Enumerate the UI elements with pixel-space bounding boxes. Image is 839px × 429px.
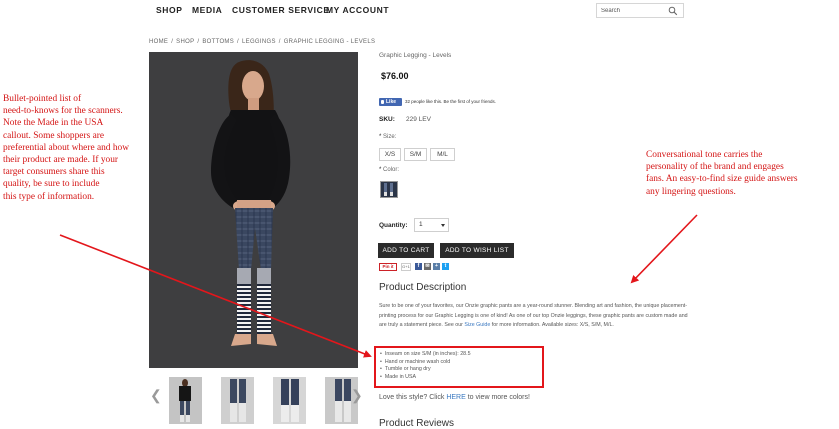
color-label: * Color: (379, 167, 399, 173)
nav-media[interactable]: MEDIA (192, 5, 222, 15)
annotation-line: Note the Made in the USA (3, 118, 104, 129)
twitter-share-icon[interactable]: t (442, 263, 449, 270)
color-swatch-pattern (381, 182, 397, 197)
thumbnail-prev-arrow-icon[interactable]: ❮ (150, 387, 162, 404)
annotation-line: target consumers share this (3, 167, 105, 178)
chevron-down-icon (441, 224, 445, 227)
model-illustration (149, 52, 358, 368)
annotation-highlight-box (374, 346, 544, 388)
annotation-line: their product are made. If your (3, 155, 119, 166)
search-icon[interactable] (668, 6, 678, 16)
nav-shop[interactable]: SHOP (156, 5, 183, 15)
annotation-line: fans. An easy-to-find size guide answers (646, 174, 798, 185)
annotation-arrow-right (630, 214, 698, 284)
product-thumbnail[interactable] (273, 377, 306, 424)
annotation-line: Bullet-pointed list of (3, 94, 82, 104)
google-plus-button[interactable]: G+1 (401, 263, 411, 271)
breadcrumb-separator: / (237, 39, 239, 45)
search-input[interactable] (601, 6, 667, 16)
breadcrumb: HOME / SHOP / BOTTOMS / LEGGINGS / GRAPHIC LEGGI… (149, 39, 375, 45)
quantity-value: 1 (419, 221, 423, 228)
required-asterisk: * (379, 134, 382, 140)
nav-customer-service[interactable]: CUSTOMER SERVICE (232, 5, 330, 15)
more-colors-prefix: Love this style? Click (379, 394, 447, 401)
product-reviews-heading: Product Reviews (379, 418, 455, 429)
more-colors-suffix: to view more colors! (465, 394, 530, 401)
thumbnail-next-arrow-icon[interactable]: ❯ (351, 387, 363, 404)
breadcrumb-separator: / (197, 39, 200, 45)
size-option-xs[interactable]: X/S (379, 148, 401, 161)
sku-label: SKU: (379, 116, 395, 123)
breadcrumb-separator: / (171, 39, 174, 45)
annotation-line: any lingering questions. (646, 186, 736, 197)
search-box (596, 3, 684, 18)
facebook-like-button[interactable]: Like (379, 98, 402, 106)
sku-value: 229 LEV (406, 116, 431, 123)
quantity-label: Quantity: (379, 222, 408, 229)
size-option-ml[interactable]: M/L (430, 148, 455, 161)
annotation-line: this type of information. (3, 191, 95, 202)
annotation-right: Conversational tone carries the personal… (646, 149, 798, 198)
top-navigation: SHOP MEDIA CUSTOMER SERVICE MY ACCOUNT (0, 0, 839, 24)
required-asterisk: * (379, 167, 382, 173)
product-description-text: Sure to be one of your favorites, our On… (379, 302, 691, 331)
quantity-select[interactable]: 1 (414, 218, 449, 232)
thumbnail-image (221, 377, 254, 424)
annotation-line: preferential about where and how (3, 142, 129, 153)
annotation-line: Conversational tone carries the (646, 150, 763, 160)
facebook-like-text: 32 people like this. Be the first of you… (405, 99, 497, 104)
pinterest-button[interactable]: Pin it (379, 263, 397, 271)
breadcrumb-shop[interactable]: SHOP (176, 39, 194, 45)
size-option-sm[interactable]: S/M (404, 148, 427, 161)
facebook-share-icon[interactable]: f (415, 263, 422, 270)
breadcrumb-bottoms[interactable]: BOTTOMS (202, 39, 234, 45)
size-label: * Size: (379, 134, 396, 140)
annotation-line: personality of the brand and engages (646, 162, 784, 173)
product-thumbnail[interactable] (221, 377, 254, 424)
add-to-wishlist-button[interactable]: ADD TO WISH LIST (440, 243, 514, 258)
color-swatch[interactable] (380, 181, 398, 198)
size-label-text: Size: (383, 134, 397, 140)
more-colors-text: Love this style? Click HERE to view more… (379, 394, 530, 401)
thumbnail-image (273, 377, 306, 424)
breadcrumb-current: GRAPHIC LEGGING - LEVELS (283, 39, 376, 45)
breadcrumb-separator: / (278, 39, 281, 45)
nav-my-account[interactable]: MY ACCOUNT (326, 5, 389, 15)
breadcrumb-leggings[interactable]: LEGGINGS (242, 39, 276, 45)
annotation-line: quality, be sure to include (3, 179, 100, 190)
share-icon[interactable]: + (433, 263, 440, 270)
color-label-text: Color: (383, 167, 400, 173)
annotation-line: need-to-knows for the scanners. (3, 106, 123, 117)
product-thumbnail[interactable] (169, 377, 202, 424)
product-price: $76.00 (381, 71, 409, 81)
product-main-image[interactable] (149, 52, 358, 368)
size-guide-link[interactable]: Size Guide (464, 322, 490, 328)
annotation-left: Bullet-pointed list of need-to-knows for… (3, 93, 129, 203)
add-to-cart-button[interactable]: ADD TO CART (378, 243, 434, 258)
more-colors-link[interactable]: HERE (446, 394, 465, 401)
email-share-icon[interactable]: ✉ (424, 263, 431, 270)
breadcrumb-home[interactable]: HOME (149, 39, 168, 45)
product-title: Graphic Legging - Levels (379, 52, 452, 59)
annotation-line: callout. Some shoppers are (3, 130, 105, 141)
product-description-heading: Product Description (379, 282, 467, 293)
description-text-part2: for more information. Available sizes: X… (490, 322, 614, 328)
thumbnail-image (169, 377, 202, 424)
